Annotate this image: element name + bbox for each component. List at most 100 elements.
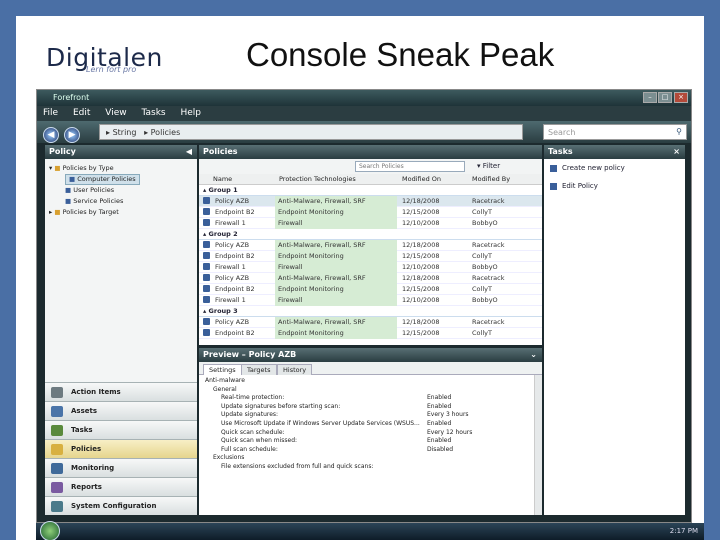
table-row[interactable]: Policy AZB Anti-Malware, Firewall, SRF 12/…: [199, 196, 542, 207]
nav-section-tasks[interactable]: Tasks: [45, 420, 197, 439]
group-header[interactable]: ▴ Group 2: [199, 229, 542, 240]
cell-tech: Anti-Malware, Firewall, SRF: [275, 273, 397, 284]
close-icon[interactable]: ×: [674, 92, 688, 103]
cell-name: Endpoint B2: [215, 208, 255, 216]
policy-icon: [550, 164, 557, 172]
tree-item-computer-policies[interactable]: ■ Computer Policies: [49, 174, 193, 185]
cell-tech: Anti-Malware, Firewall, SRF: [275, 196, 397, 207]
nav-bar: ◀ ▶ ▸ String ▸ Policies Search ⚲: [37, 121, 691, 143]
console-window: Forefront – □ × File Edit View Tasks Hel…: [36, 89, 692, 523]
breadcrumb[interactable]: ▸ String ▸ Policies: [99, 124, 523, 140]
cell-tech: Endpoint Monitoring: [275, 207, 397, 218]
nav-section-policies[interactable]: Policies: [45, 439, 197, 458]
cell-name: Endpoint B2: [215, 252, 255, 260]
table-row[interactable]: Policy AZB Anti-Malware, Firewall, SRF 12/…: [199, 273, 542, 284]
setting-line: Update signatures: Every 3 hours: [205, 411, 536, 420]
setting-line: Full scan schedule: Disabled: [205, 446, 536, 455]
policy-icon: [203, 285, 210, 292]
chevron-down-icon[interactable]: ⌄: [530, 350, 537, 359]
tab-settings[interactable]: Settings: [203, 364, 242, 375]
cell-by: CollyT: [472, 285, 492, 293]
cell-tech: Anti-Malware, Firewall, SRF: [275, 317, 397, 328]
cell-date: 12/10/2008: [402, 219, 440, 227]
start-button[interactable]: [40, 521, 60, 540]
table-row[interactable]: Endpoint B2 Endpoint Monitoring 12/15/2008…: [199, 328, 542, 339]
nav-section-label: Policies: [71, 445, 102, 453]
table-row[interactable]: Policy AZB Anti-Malware, Firewall, SRF 12/…: [199, 317, 542, 328]
table-row[interactable]: Firewall 1 Firewall 12/10/2008 BobbyO: [199, 295, 542, 306]
menu-file[interactable]: File: [43, 108, 58, 118]
setting-line: Update signatures before starting scan: E…: [205, 403, 536, 412]
tab-targets[interactable]: Targets: [241, 364, 277, 375]
col-name[interactable]: Name: [213, 175, 232, 183]
cell-date: 12/15/2008: [402, 329, 440, 337]
policy-tree: ▾ ■ Policies by Type ■ Computer Policies…: [45, 159, 197, 222]
cell-date: 12/18/2008: [402, 241, 440, 249]
menu-tasks[interactable]: Tasks: [141, 108, 165, 118]
search-input[interactable]: Search ⚲: [543, 124, 687, 140]
col-modified-by[interactable]: Modified By: [472, 175, 510, 183]
left-pane-title: Policy: [49, 147, 76, 156]
setting-value: Enabled: [427, 419, 452, 427]
table-row[interactable]: Endpoint B2 Endpoint Monitoring 12/15/2008…: [199, 284, 542, 295]
nav-section-assets[interactable]: Assets: [45, 401, 197, 420]
task-edit-policy[interactable]: Edit Policy: [544, 177, 685, 195]
setting-line: Exclusions: [205, 454, 536, 463]
minimize-icon[interactable]: –: [643, 92, 657, 103]
nav-section-action-items[interactable]: Action Items: [45, 382, 197, 401]
cell-name: Firewall 1: [215, 296, 246, 304]
col-modified-on[interactable]: Modified On: [402, 175, 441, 183]
cell-name: Firewall 1: [215, 263, 246, 271]
tree-item-policies-by-target[interactable]: ▸ ■ Policies by Target: [49, 207, 193, 218]
filter-button[interactable]: ▾ Filter: [477, 162, 500, 170]
menu-help[interactable]: Help: [180, 108, 201, 118]
col-protection[interactable]: Protection Technologies: [279, 175, 356, 183]
table-row[interactable]: Endpoint B2 Endpoint Monitoring 12/15/2008…: [199, 207, 542, 218]
setting-label: Update signatures before starting scan:: [221, 402, 341, 410]
maximize-icon[interactable]: □: [658, 92, 672, 103]
tree-item-user-policies[interactable]: ■ User Policies: [49, 185, 193, 196]
breadcrumb-item[interactable]: Policies: [151, 128, 181, 137]
collapse-icon[interactable]: ◀: [186, 147, 192, 156]
menu-edit[interactable]: Edit: [73, 108, 90, 118]
policy-icon: [203, 296, 210, 303]
preview-tabs: Settings Targets History: [199, 362, 542, 375]
table-row[interactable]: Firewall 1 Firewall 12/10/2008 BobbyO: [199, 218, 542, 229]
system-configuration-icon: [51, 501, 63, 512]
logo-tagline: Lern fort pro: [86, 65, 137, 74]
nav-section-label: Reports: [71, 483, 102, 491]
close-icon[interactable]: ×: [673, 147, 680, 156]
tree-item-service-policies[interactable]: ■ Service Policies: [49, 196, 193, 207]
nav-section-system-configuration[interactable]: System Configuration: [45, 496, 197, 515]
back-icon[interactable]: ◀: [43, 126, 59, 143]
table-row[interactable]: Policy AZB Anti-Malware, Firewall, SRF 12/…: [199, 240, 542, 251]
group-header[interactable]: ▴ Group 1: [199, 185, 542, 196]
setting-line: General: [205, 386, 536, 395]
breadcrumb-item[interactable]: String: [113, 128, 137, 137]
tasks-pane-title: Tasks: [548, 147, 573, 156]
setting-label: Anti-malware: [205, 377, 245, 384]
setting-line: File extensions excluded from full and q…: [205, 463, 536, 472]
table-row[interactable]: Firewall 1 Firewall 12/10/2008 BobbyO: [199, 262, 542, 273]
task-create-policy[interactable]: Create new policy: [544, 159, 685, 177]
nav-section-reports[interactable]: Reports: [45, 477, 197, 496]
nav-section-monitoring[interactable]: Monitoring: [45, 458, 197, 477]
cell-tech: Endpoint Monitoring: [275, 328, 397, 339]
cell-by: Racetrack: [472, 241, 505, 249]
table-row[interactable]: Endpoint B2 Endpoint Monitoring 12/15/2008…: [199, 251, 542, 262]
cell-tech: Firewall: [275, 218, 397, 229]
tab-history[interactable]: History: [277, 364, 313, 375]
group-header[interactable]: ▴ Group 3: [199, 306, 542, 317]
forward-icon[interactable]: ▶: [64, 126, 81, 143]
setting-label: Use Microsoft Update if Windows Server U…: [221, 419, 420, 427]
preview-scrollbar[interactable]: [534, 375, 542, 515]
search-icon[interactable]: ⚲: [676, 127, 682, 136]
clock: 2:17 PM: [669, 527, 698, 535]
setting-line: Quick scan schedule: Every 12 hours: [205, 429, 536, 438]
policy-icon: [203, 263, 210, 270]
filter-input[interactable]: Search Policies: [355, 161, 465, 172]
menu-view[interactable]: View: [105, 108, 126, 118]
tree-item-policies-by-type[interactable]: ▾ ■ Policies by Type: [49, 163, 193, 174]
preview-title: Preview – Policy AZB: [203, 350, 297, 359]
cell-by: Racetrack: [472, 197, 505, 205]
